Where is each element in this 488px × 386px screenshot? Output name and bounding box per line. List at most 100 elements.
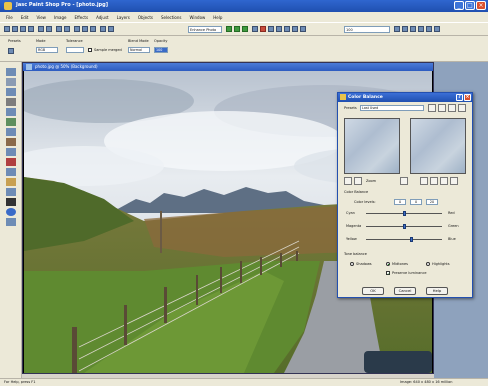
level-yellow-blue-field[interactable]: 20 [426,199,438,205]
menu-image[interactable]: Image [54,15,67,20]
dialog-preset-reset-icon[interactable] [448,104,456,112]
undo-icon[interactable] [56,26,62,32]
pan-tool-icon[interactable] [6,68,16,76]
menu-window[interactable]: Window [190,15,206,20]
presets-icon[interactable] [8,48,14,54]
copy-icon[interactable] [82,26,88,32]
open-icon[interactable] [12,26,18,32]
zoom-in-icon[interactable] [354,177,362,185]
adjust-green-1-icon[interactable] [226,26,232,32]
tolerance-label: Tolerance [66,39,83,43]
stop-icon[interactable] [402,26,408,32]
dialog-close-button[interactable]: × [464,94,471,101]
arrange-icon[interactable] [434,26,440,32]
clone-tool-icon[interactable] [6,148,16,156]
menu-edit[interactable]: Edit [21,15,29,20]
level-cyan-red-field[interactable]: 0 [394,199,406,205]
magenta-green-slider[interactable] [366,224,442,229]
new-icon[interactable] [4,26,10,32]
move-tool-icon[interactable] [6,108,16,116]
overview-icon[interactable] [284,26,290,32]
dialog-preset-delete-icon[interactable] [438,104,446,112]
yellow-blue-slider[interactable] [366,237,442,242]
zoom-tool-icon[interactable] [6,78,16,86]
help-button[interactable]: Help [426,287,448,295]
crop-tool-icon[interactable] [6,98,16,106]
fill-tool-icon[interactable] [6,188,16,196]
cyan-red-thumb[interactable] [402,211,406,216]
eraser-tool-icon[interactable] [6,178,16,186]
dialog-preset-save-icon[interactable] [428,104,436,112]
tolerance-field[interactable] [66,47,84,53]
zoom-dropdown[interactable]: 100 [344,26,390,33]
tone-group-label: Tone balance [344,252,367,256]
histogram-icon[interactable] [276,26,282,32]
menu-help[interactable]: Help [213,15,222,20]
menu-adjust[interactable]: Adjust [96,15,109,20]
menu-layers[interactable]: Layers [117,15,130,20]
menu-objects[interactable]: Objects [138,15,153,20]
highlights-radio[interactable] [426,262,430,266]
browse-icon[interactable] [38,26,44,32]
preserve-luminance-checkbox[interactable]: ✓ [386,271,390,276]
shadows-radio[interactable] [350,262,354,266]
save-icon[interactable] [20,26,26,32]
menu-effects[interactable]: Effects [74,15,88,20]
adjust-green-3-icon[interactable] [242,26,248,32]
dialog-help-button[interactable]: ? [456,94,463,101]
reset-icon[interactable] [450,177,458,185]
edit-script-icon[interactable] [418,26,424,32]
blend-mode-select[interactable]: Normal [128,47,150,53]
resize-icon[interactable] [108,26,114,32]
pen-tool-icon[interactable] [6,218,16,226]
paintbrush-tool-icon[interactable] [6,138,16,146]
mode-select[interactable]: RGB [36,47,58,53]
cut-icon[interactable] [74,26,80,32]
midtones-radio[interactable] [386,262,390,266]
crop-icon[interactable] [100,26,106,32]
shape-tool-icon[interactable] [6,208,16,216]
red-eye-tool-icon[interactable] [6,158,16,166]
palette-icon[interactable] [252,26,258,32]
play-icon[interactable] [394,26,400,32]
zoom-out-icon[interactable] [344,177,352,185]
layers-icon[interactable] [268,26,274,32]
run-script-icon[interactable] [300,26,306,32]
proof-icon[interactable] [420,177,428,185]
randomize-icon[interactable] [440,177,448,185]
text-tool-icon[interactable] [6,198,16,206]
enhance-dropdown[interactable]: Enhance Photo [188,26,222,33]
script-icon[interactable] [292,26,298,32]
selection-tool-icon[interactable] [6,118,16,126]
level-magenta-green-field[interactable]: 0 [410,199,422,205]
cancel-button[interactable]: Cancel [394,287,416,295]
magenta-green-thumb[interactable] [402,224,406,229]
menu-view[interactable]: View [36,15,46,20]
red-eye-icon[interactable] [260,26,266,32]
deform-tool-icon[interactable] [6,88,16,96]
auto-proof-icon[interactable] [430,177,438,185]
opacity-label: Opacity [154,39,168,43]
dialog-preset-options-icon[interactable] [458,104,466,112]
menu-file[interactable]: File [6,15,13,20]
record-icon[interactable] [410,26,416,32]
maximize-button[interactable]: □ [465,1,475,10]
adjust-green-2-icon[interactable] [234,26,240,32]
scan-icon[interactable] [46,26,52,32]
paste-icon[interactable] [90,26,96,32]
sample-merged-checkbox[interactable] [88,48,92,52]
pan-icon[interactable] [400,177,408,185]
ok-button[interactable]: OK [362,287,384,295]
retouch-tool-icon[interactable] [6,168,16,176]
dialog-presets-select[interactable]: Last Used [360,105,424,111]
close-button[interactable]: × [476,1,486,10]
opacity-field[interactable]: 100 [154,47,168,53]
dropper-tool-icon[interactable] [6,128,16,136]
cyan-red-slider[interactable] [366,211,442,216]
menu-selections[interactable]: Selections [161,15,182,20]
yellow-blue-thumb[interactable] [410,237,414,242]
print-icon[interactable] [28,26,34,32]
minimize-button[interactable]: _ [454,1,464,10]
help-icon[interactable] [426,26,432,32]
redo-icon[interactable] [64,26,70,32]
